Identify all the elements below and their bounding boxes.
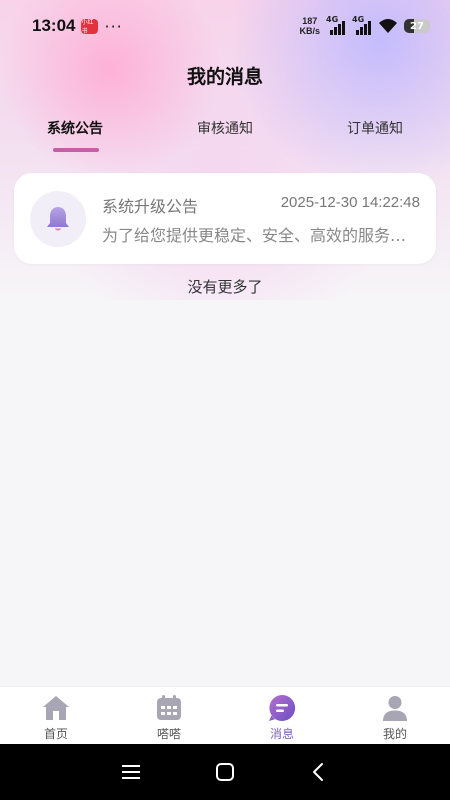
- tab-order-notification[interactable]: 订单通知: [347, 118, 403, 138]
- nav-dada-label: 嗒嗒: [156, 727, 181, 741]
- menu-icon[interactable]: [119, 760, 143, 784]
- tab-system-announcement[interactable]: 系统公告: [47, 118, 103, 138]
- status-bar: 13:04 小红书 ··· 187 KB/s 4G 4G 27: [0, 0, 450, 52]
- network-speed-unit: KB/s: [299, 26, 320, 36]
- message-tabs: 系统公告 审核通知 订单通知: [0, 118, 450, 158]
- network-speed: 187 KB/s: [299, 16, 320, 36]
- status-indicators: 187 KB/s 4G 4G 27: [299, 15, 430, 36]
- list-end-text: 没有更多了: [187, 278, 263, 296]
- user-icon: [383, 696, 407, 721]
- signal-icon-sim1: 4G: [326, 15, 346, 35]
- network-speed-value: 187: [302, 16, 318, 26]
- nav-profile[interactable]: 我的: [355, 693, 435, 742]
- nav-messages-label: 消息: [269, 727, 294, 741]
- home-icon: [43, 696, 69, 720]
- message-time: 2025-12-30 14:22:48: [280, 194, 420, 211]
- bell-icon: [47, 207, 69, 231]
- bottom-navigation: 首页 嗒嗒 消息 我的: [0, 686, 450, 744]
- message-icon: [269, 694, 296, 721]
- battery-icon: 27: [404, 19, 430, 33]
- nav-home[interactable]: 首页: [16, 693, 96, 742]
- page-title: 我的消息: [186, 66, 263, 88]
- nav-dada[interactable]: 嗒嗒: [129, 693, 209, 742]
- message-title: 系统升级公告: [102, 197, 199, 216]
- message-preview: 为了给您提供更稳定、安全、高效的服务，我们将进行系统升级: [102, 226, 422, 245]
- sim2-label: 4G: [352, 15, 365, 24]
- status-time: 13:04: [32, 16, 76, 35]
- battery-level: 27: [410, 20, 424, 32]
- active-tab-indicator: [53, 148, 99, 152]
- tab-review-notification[interactable]: 审核通知: [197, 118, 253, 138]
- system-navigation-bar: [0, 744, 450, 800]
- notification-app-icon: 小红书: [81, 18, 99, 35]
- sim1-label: 4G: [326, 15, 339, 24]
- nav-home-label: 首页: [43, 727, 68, 741]
- more-notifications-icon: ···: [104, 16, 123, 36]
- signal-icon-sim2: 4G: [352, 15, 372, 35]
- message-card[interactable]: 系统升级公告 2025-12-30 14:22:48 为了给您提供更稳定、安全、…: [14, 173, 436, 264]
- nav-profile-label: 我的: [382, 727, 407, 741]
- back-icon[interactable]: [307, 760, 331, 784]
- wifi-icon: [379, 19, 397, 33]
- home-square-icon[interactable]: [213, 760, 237, 784]
- calendar-icon: [157, 695, 181, 720]
- message-icon-container: [30, 191, 86, 247]
- nav-messages[interactable]: 消息: [242, 693, 322, 742]
